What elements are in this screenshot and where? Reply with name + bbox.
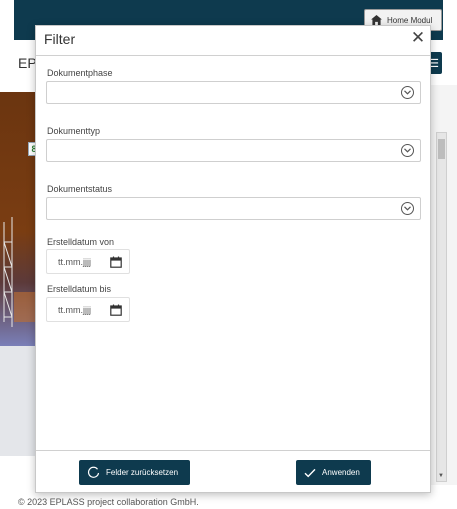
document-phase-select[interactable] [46,81,421,104]
document-status-label: Dokumentstatus [47,184,113,194]
modal-title: Filter [44,31,76,47]
page-title: EP [18,55,37,71]
created-from-label: Erstelldatum von [47,237,115,247]
calendar-icon[interactable] [110,256,122,268]
apply-label: Anwenden [322,468,360,477]
date-placeholder: tt.mm.jjjj [58,256,91,267]
list-scrollbar[interactable]: ▼ [436,132,447,482]
close-icon[interactable]: ✕ [410,29,426,47]
left-panel-background [0,346,38,456]
model-viewport-image [0,92,38,346]
document-phase-label: Dokumentphase [47,68,113,78]
checkmark-icon [304,468,316,477]
calendar-icon[interactable] [110,304,122,316]
document-status-select[interactable] [46,197,421,220]
chevron-down-icon [401,202,414,215]
copyright-footer: © 2023 EPLASS project collaboration GmbH… [18,497,199,507]
home-icon [371,15,382,25]
reset-fields-label: Felder zurücksetzen [106,468,179,477]
filter-modal: Filter ✕ Dokumentphase Dokumenttyp Dokum… [35,25,431,493]
created-to-label: Erstelldatum bis [47,284,112,294]
document-type-select[interactable] [46,139,421,162]
chevron-down-icon [401,86,414,99]
date-placeholder: tt.mm.jjjj [58,304,91,315]
chevron-down-icon [401,144,414,157]
scroll-down-icon[interactable]: ▼ [438,473,444,479]
document-type-label: Dokumenttyp [47,126,101,136]
modal-footer: Felder zurücksetzen Anwenden [36,450,430,494]
home-module-label: Home Modul [387,15,433,25]
reset-fields-button[interactable]: Felder zurücksetzen [79,460,190,485]
scaffold-structure-graphic [3,217,38,327]
apply-button[interactable]: Anwenden [296,460,371,485]
created-to-date-input[interactable]: tt.mm.jjjj [46,297,130,322]
created-from-date-input[interactable]: tt.mm.jjjj [46,249,130,274]
reset-icon [87,466,100,478]
modal-header: Filter ✕ [36,26,430,56]
scrollbar-thumb[interactable] [438,139,445,159]
